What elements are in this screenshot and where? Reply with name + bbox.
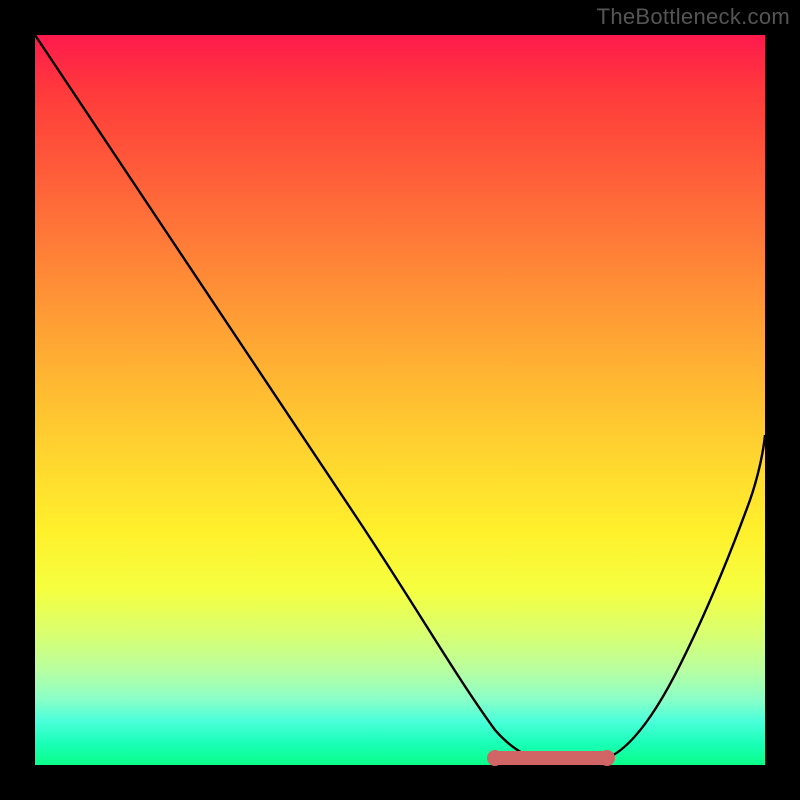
optimal-region-marker bbox=[491, 751, 609, 765]
plot-area bbox=[35, 35, 765, 765]
optimal-region-start-dot bbox=[487, 750, 503, 766]
left-curve-path bbox=[35, 35, 550, 761]
bottleneck-curve bbox=[35, 35, 765, 765]
watermark-text: TheBottleneck.com bbox=[597, 4, 790, 30]
right-curve-path bbox=[605, 435, 765, 759]
optimal-region-end-dot bbox=[599, 750, 615, 766]
